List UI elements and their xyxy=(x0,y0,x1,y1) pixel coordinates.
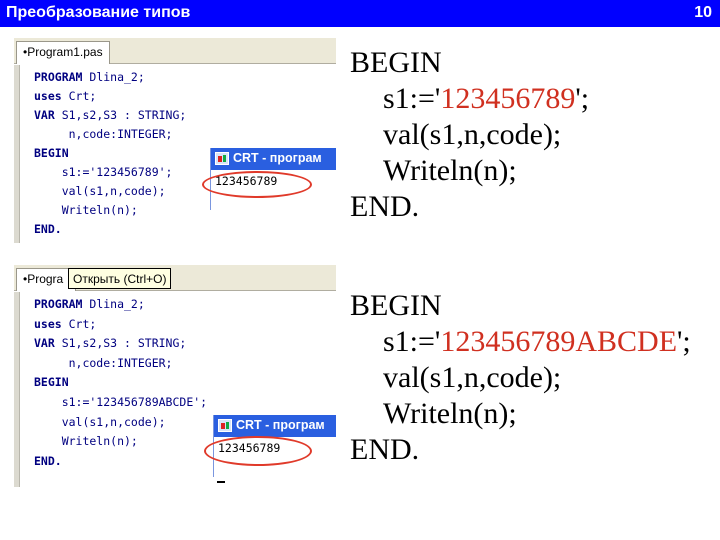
code-line[interactable]: END. xyxy=(34,220,334,239)
begin-line: BEGIN xyxy=(350,46,442,79)
assign-prefix: s1:=' xyxy=(383,82,441,115)
assign-value: 123456789 xyxy=(440,82,576,115)
code-text: val(s1,n,code); xyxy=(34,414,166,429)
source-listing-1: BEGIN s1:='123456789'; val(s1,n,code); W… xyxy=(350,45,589,225)
code-keyword: PROGRAM xyxy=(34,70,83,84)
highlight-ellipse xyxy=(204,436,312,466)
code-keyword: VAR xyxy=(34,108,55,122)
code-keyword: uses xyxy=(34,316,62,331)
end-line: END. xyxy=(350,433,420,466)
assign-line: s1:='123456789ABCDE'; xyxy=(350,324,691,360)
code-text: Crt; xyxy=(61,316,97,331)
code-text: Dlina_2; xyxy=(82,70,145,84)
code-line[interactable]: uses Crt; xyxy=(34,87,334,106)
code-line[interactable]: PROGRAM Dlina_2; xyxy=(34,68,334,87)
assign-line: s1:='123456789'; xyxy=(350,81,589,117)
code-text: Dlina_2; xyxy=(82,297,145,311)
code-keyword: BEGIN xyxy=(34,146,69,160)
writeln-line: Writeln(n); xyxy=(383,397,517,430)
assign-suffix: '; xyxy=(575,82,590,115)
code-keyword: END. xyxy=(34,222,62,236)
code-keyword: VAR xyxy=(34,336,55,351)
code-line[interactable]: uses Crt; xyxy=(34,315,334,335)
source-listing-2: BEGIN s1:='123456789ABCDE'; val(s1,n,cod… xyxy=(350,288,691,468)
slide-title: Преобразование типов xyxy=(6,4,191,21)
end-line: END. xyxy=(350,190,420,223)
writeln-line: Writeln(n); xyxy=(383,154,517,187)
crt-window-title-bar[interactable]: CRT - програм xyxy=(214,415,336,437)
code-text: s1:='123456789'; xyxy=(34,165,173,179)
open-tooltip: Открыть (Ctrl+O) xyxy=(68,268,172,289)
code-line[interactable]: s1:='123456789ABCDE'; xyxy=(34,393,334,413)
text-cursor xyxy=(217,481,225,483)
crt-window-title-bar[interactable]: CRT - програм xyxy=(211,148,336,170)
code-text: Crt; xyxy=(61,89,97,103)
code-line[interactable]: n,code:INTEGER; xyxy=(34,125,334,144)
code-text: n,code:INTEGER; xyxy=(34,355,173,370)
code-line[interactable]: n,code:INTEGER; xyxy=(34,354,334,374)
file-tab[interactable]: •Progra xyxy=(16,268,76,291)
crt-window-title: CRT - програм xyxy=(236,418,325,432)
code-text: val(s1,n,code); xyxy=(34,184,166,198)
crt-app-icon xyxy=(218,419,232,432)
crt-app-icon xyxy=(215,152,229,165)
code-line[interactable]: VAR S1,s2,S3 : STRING; xyxy=(34,106,334,125)
file-tab[interactable]: •Program1.pas xyxy=(16,41,110,64)
code-keyword: BEGIN xyxy=(34,375,69,390)
code-text: s1:='123456789ABCDE'; xyxy=(34,394,208,409)
assign-prefix: s1:=' xyxy=(383,325,441,358)
begin-line: BEGIN xyxy=(350,289,442,322)
code-keyword: PROGRAM xyxy=(34,297,83,311)
code-line[interactable]: PROGRAM Dlina_2; xyxy=(34,295,334,315)
code-text: n,code:INTEGER; xyxy=(34,127,173,141)
code-line[interactable]: BEGIN xyxy=(34,373,334,393)
code-text: S1,s2,S3 : STRING; xyxy=(54,108,187,122)
editor-gutter xyxy=(14,65,20,243)
code-keyword: END. xyxy=(34,453,62,468)
code-text: S1,s2,S3 : STRING; xyxy=(54,336,187,351)
assign-value: 123456789ABCDE xyxy=(440,325,678,358)
code-line[interactable]: VAR S1,s2,S3 : STRING; xyxy=(34,334,334,354)
code-text: Writeln(n); xyxy=(34,203,138,217)
slide-header: Преобразование типов 10 xyxy=(0,0,720,27)
code-text: Writeln(n); xyxy=(34,434,138,449)
slide-number: 10 xyxy=(694,4,712,21)
editor-tabstrip: •Progra Открыть (Ctrl+O) xyxy=(14,265,336,291)
val-line: val(s1,n,code); xyxy=(383,118,562,151)
crt-window-title: CRT - програм xyxy=(233,151,322,165)
highlight-ellipse xyxy=(202,171,312,198)
val-line: val(s1,n,code); xyxy=(383,361,562,394)
editor-tabstrip: •Program1.pas xyxy=(14,38,336,64)
code-keyword: uses xyxy=(34,89,62,103)
editor-gutter xyxy=(14,292,20,487)
assign-suffix: '; xyxy=(677,325,691,358)
editor-screenshot-1: •Program1.pas PROGRAM Dlina_2; uses Crt; V… xyxy=(14,38,336,243)
